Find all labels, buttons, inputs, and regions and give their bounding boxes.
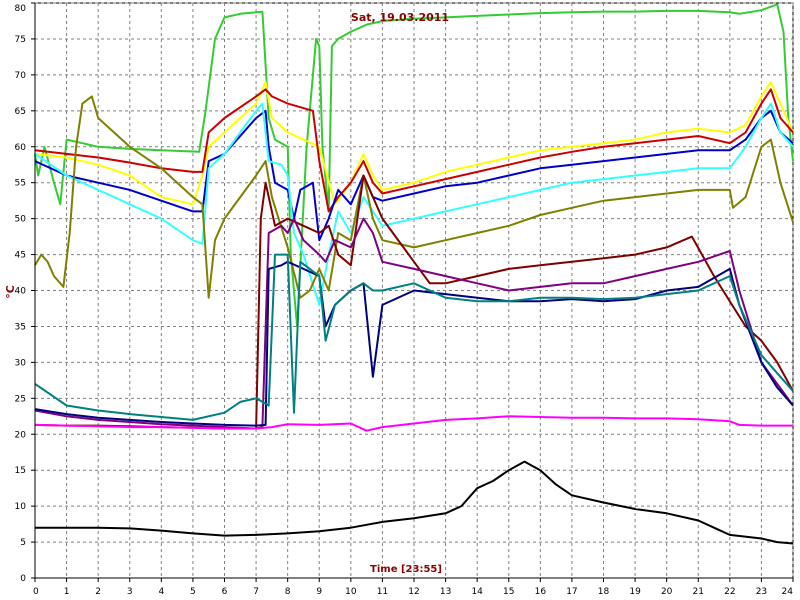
x-tick-label: 17 (566, 587, 577, 597)
temperature-chart: 0 1 2 3 4 5 6 7 8 9 10 11 12 13 14 15 16 17 18 19 20 21 22 23 24… (4, 2, 794, 597)
x-tick-label: 14 (471, 587, 483, 597)
y-tick-label: 35 (15, 322, 26, 332)
x-tick-label: 12 (408, 587, 419, 597)
y-tick-label: 55 (15, 179, 26, 189)
x-tick-label: 13 (440, 587, 451, 597)
x-tick-label: 16 (535, 587, 547, 597)
x-tick-label: 19 (629, 587, 641, 597)
chart-title: Sat, 19.03.2011 (351, 11, 449, 24)
y-tick-label: 60 (15, 143, 27, 153)
x-tick-label: 5 (190, 587, 196, 597)
y-tick-label: 10 (15, 502, 27, 512)
y-tick-label: 50 (15, 215, 27, 225)
x-tick-label: 11 (377, 587, 388, 597)
x-tick-label: 8 (285, 587, 291, 597)
x-tick-label: 24 (782, 587, 794, 597)
x-tick-label: 10 (345, 587, 357, 597)
x-tick-label: 15 (503, 587, 514, 597)
y-tick-label: 65 (15, 107, 26, 117)
x-tick-label: 20 (661, 587, 673, 597)
y-tick-label: 45 (15, 251, 26, 261)
y-axis-title: °C (4, 285, 17, 299)
x-tick-label: 22 (724, 587, 735, 597)
x-tick-label: 21 (693, 587, 704, 597)
x-tick-label: 9 (316, 587, 322, 597)
y-tick-label: 5 (20, 538, 26, 548)
x-tick-label: 23 (756, 587, 767, 597)
y-tick-label: 25 (15, 394, 26, 404)
x-tick-label: 2 (95, 587, 101, 597)
x-tick-label: 1 (64, 587, 70, 597)
y-tick-label: 20 (15, 430, 27, 440)
x-tick-label: 7 (253, 587, 259, 597)
y-tick-label: 0 (20, 574, 26, 584)
y-tick-label: 15 (15, 466, 26, 476)
x-tick-label: 18 (598, 587, 610, 597)
x-tick-label: 0 (33, 587, 39, 597)
y-tick-label: 30 (15, 358, 27, 368)
x-axis-title: Time [23:55] (370, 564, 442, 575)
x-tick-label: 4 (158, 587, 164, 597)
x-tick-label: 6 (222, 587, 228, 597)
y-tick-label: 70 (15, 71, 27, 81)
y-tick-label: 80 (15, 4, 27, 14)
y-tick-label: 75 (15, 35, 26, 45)
x-tick-label: 3 (127, 587, 133, 597)
